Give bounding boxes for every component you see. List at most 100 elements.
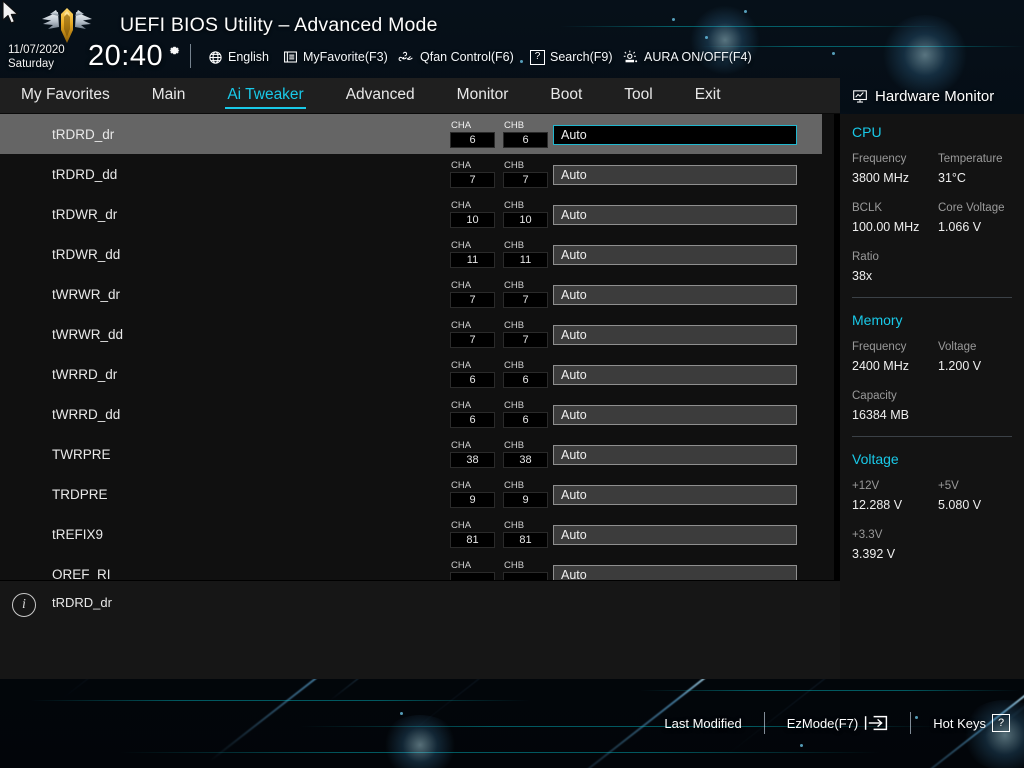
setting-value-input[interactable]: Auto bbox=[553, 525, 797, 545]
settings-row[interactable]: tRDRD_dd CHA 7 CHB 7 Auto bbox=[0, 154, 840, 194]
nav-tab-monitor[interactable]: Monitor bbox=[457, 84, 509, 107]
weekday-value: Saturday bbox=[8, 57, 55, 70]
sidebar-metric-value: 1.066 V bbox=[938, 220, 982, 234]
channel-b-readout: CHB 6 bbox=[503, 400, 548, 428]
nav-tab-boot[interactable]: Boot bbox=[550, 84, 582, 107]
channel-b-readout: CHB 7 bbox=[503, 160, 548, 188]
channel-value: 81 bbox=[450, 532, 495, 548]
setting-value-input[interactable]: Auto bbox=[553, 565, 797, 580]
header-item-myfavorite[interactable]: MyFavorite(F3) bbox=[283, 47, 388, 67]
header-item-qfan-control[interactable]: Qfan Control(F6) bbox=[398, 47, 514, 67]
settings-row[interactable]: tWRWR_dd CHA 7 CHB 7 Auto bbox=[0, 314, 840, 354]
sidebar-metric-value: 2400 MHz bbox=[852, 359, 909, 373]
ezmode-button[interactable]: EzMode(F7) bbox=[765, 715, 911, 731]
header-divider bbox=[190, 44, 191, 68]
sidebar-metric-label: Frequency bbox=[852, 153, 907, 165]
sidebar-metric-value: 1.200 V bbox=[938, 359, 982, 373]
setting-value-input[interactable]: Auto bbox=[553, 285, 797, 305]
header-item-label: MyFavorite(F3) bbox=[303, 50, 388, 64]
settings-row[interactable]: TRDPRE CHA 9 CHB 9 Auto bbox=[0, 474, 840, 514]
channel-b-readout: CHB 9 bbox=[503, 480, 548, 508]
channel-b-readout: CHB 7 bbox=[503, 320, 548, 348]
channel-b-readout: CHB 7 bbox=[503, 280, 548, 308]
last-modified-button[interactable]: Last Modified bbox=[642, 716, 763, 731]
date-value: 11/07/2020 bbox=[8, 44, 65, 56]
sidebar-separator bbox=[852, 297, 1012, 298]
channel-value: 7 bbox=[503, 332, 548, 348]
settings-row[interactable]: tRDRD_dr CHA 6 CHB 6 Auto bbox=[0, 114, 840, 154]
channel-b-readout: CHB 6 bbox=[503, 360, 548, 388]
setting-label: TRDPRE bbox=[52, 486, 108, 502]
sidebar-metric-value: 3800 MHz bbox=[852, 171, 909, 185]
channel-label: CHA bbox=[451, 440, 472, 451]
list-scrollbar-track[interactable] bbox=[822, 114, 834, 580]
channel-a-readout: CHA 81 bbox=[450, 520, 495, 548]
setting-value-input[interactable]: Auto bbox=[553, 485, 797, 505]
header-item-label: Search(F9) bbox=[550, 50, 613, 64]
channel-b-readout: CHB 10 bbox=[503, 200, 548, 228]
channel-label: CHA bbox=[451, 480, 472, 491]
settings-row[interactable]: tWRWR_dr CHA 7 CHB 7 Auto bbox=[0, 274, 840, 314]
channel-b-readout: CHB 11 bbox=[503, 240, 548, 268]
setting-value-input[interactable]: Auto bbox=[553, 325, 797, 345]
header-item-aura[interactable]: AURA ON/OFF(F4) bbox=[622, 47, 752, 67]
ezmode-label: EzMode(F7) bbox=[786, 715, 859, 731]
setting-label: tWRRD_dr bbox=[52, 366, 118, 382]
channel-label: CHB bbox=[504, 520, 525, 531]
nav-tab-advanced[interactable]: Advanced bbox=[346, 84, 415, 107]
sidebar-metric-label: +12V bbox=[852, 480, 880, 492]
setting-value-input[interactable]: Auto bbox=[553, 165, 797, 185]
channel-label: CHB bbox=[504, 120, 525, 131]
sidebar-value-row: 3.392 V bbox=[840, 545, 1024, 563]
nav-tab-tool[interactable]: Tool bbox=[624, 84, 652, 107]
settings-row[interactable]: tRDWR_dd CHA 11 CHB 11 Auto bbox=[0, 234, 840, 274]
channel-label: CHA bbox=[451, 320, 472, 331]
settings-row[interactable]: TWRPRE CHA 38 CHB 38 Auto bbox=[0, 434, 840, 474]
header-item-english[interactable]: English bbox=[208, 47, 269, 67]
setting-value-input[interactable]: Auto bbox=[553, 445, 797, 465]
channel-a-readout: CHA 7 bbox=[450, 280, 495, 308]
channel-value bbox=[503, 572, 548, 580]
channel-value: 7 bbox=[503, 292, 548, 308]
fan-icon bbox=[398, 51, 413, 61]
settings-row[interactable]: tRDWR_dr CHA 10 CHB 10 Auto bbox=[0, 194, 840, 234]
channel-label: CHA bbox=[451, 160, 472, 171]
header-item-search[interactable]: ? Search(F9) bbox=[530, 47, 613, 67]
sidebar-metric-value: 3.392 V bbox=[852, 547, 896, 561]
settings-row[interactable]: tWRRD_dr CHA 6 CHB 6 Auto bbox=[0, 354, 840, 394]
nav-tab-my-favorites[interactable]: My Favorites bbox=[21, 84, 110, 107]
footer-bar: Last Modified EzMode(F7) Hot Keys ? Vers… bbox=[0, 679, 1024, 768]
setting-value-input[interactable]: Auto bbox=[553, 405, 797, 425]
sidebar-value-row: 3800 MHz 31°C bbox=[840, 169, 1024, 187]
channel-label: CHA bbox=[451, 520, 472, 531]
mouse-cursor bbox=[2, 0, 19, 24]
setting-value-input[interactable]: Auto bbox=[553, 365, 797, 385]
settings-row[interactable]: tWRRD_dd CHA 6 CHB 6 Auto bbox=[0, 394, 840, 434]
setting-value-input[interactable]: Auto bbox=[553, 245, 797, 265]
channel-value: 7 bbox=[450, 332, 495, 348]
setting-value-input[interactable]: Auto bbox=[553, 205, 797, 225]
setting-value-input[interactable]: Auto bbox=[553, 125, 797, 145]
channel-b-readout: CHB 38 bbox=[503, 440, 548, 468]
nav-tab-exit[interactable]: Exit bbox=[695, 84, 721, 107]
channel-b-readout: CHB 81 bbox=[503, 520, 548, 548]
hardware-monitor-panel: CPU Frequency Temperature 3800 MHz 31°C BCLK C… bbox=[840, 114, 1024, 679]
sidebar-metric-value: 5.080 V bbox=[938, 498, 982, 512]
channel-label: CHB bbox=[504, 400, 525, 411]
channel-label: CHB bbox=[504, 440, 525, 451]
channel-label: CHA bbox=[451, 240, 472, 251]
channel-value: 11 bbox=[503, 252, 548, 268]
nav-tab-ai-tweaker[interactable]: Ai Tweaker bbox=[225, 84, 307, 109]
channel-value: 7 bbox=[450, 292, 495, 308]
settings-row[interactable]: OREF_RI CHA CHB Auto bbox=[0, 554, 840, 580]
navigation-tabs: My Favorites Main Ai Tweaker Advanced Monito… bbox=[0, 78, 840, 113]
settings-rows: tRDRD_dr CHA 6 CHB 6 Auto tRDRD_dd CHA 7 CHB 7 Auto… bbox=[0, 114, 840, 580]
channel-value: 6 bbox=[450, 132, 495, 148]
setting-label: tREFIX9 bbox=[52, 526, 104, 542]
channel-a-readout: CHA 7 bbox=[450, 320, 495, 348]
settings-row[interactable]: tREFIX9 CHA 81 CHB 81 Auto bbox=[0, 514, 840, 554]
nav-tab-main[interactable]: Main bbox=[152, 84, 186, 107]
hotkeys-button[interactable]: Hot Keys ? bbox=[911, 714, 1024, 732]
gear-icon[interactable] bbox=[168, 44, 181, 57]
sidebar-metric-label: Voltage bbox=[938, 341, 977, 353]
